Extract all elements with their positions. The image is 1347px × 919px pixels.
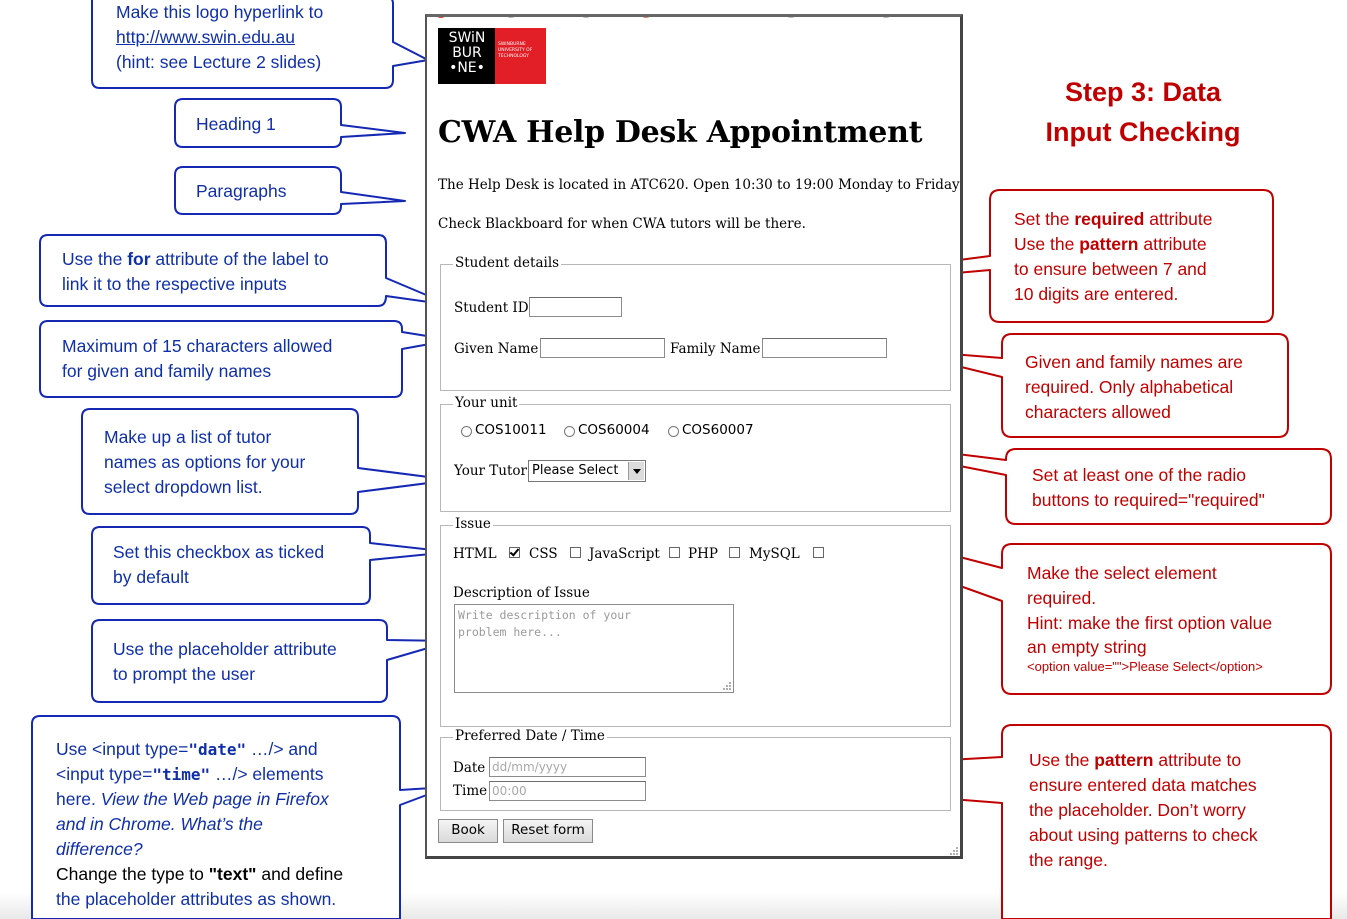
date-time-callout-text: Use <input type="date" …/> and <input ty… [56, 739, 344, 909]
logo-callout-text: Make this logo hyperlink to http://www.s… [116, 0, 323, 75]
heading1-callout-text: Heading 1 [196, 114, 276, 134]
issue-legend: Issue [453, 516, 493, 532]
swin-url-link[interactable]: http://www.swin.edu.au [116, 27, 295, 47]
preferred-legend: Preferred Date / Time [453, 728, 607, 744]
placeholder-callout-text: Use the placeholder attribute to prompt … [113, 639, 337, 684]
your-unit-fieldset: Your unit [440, 395, 951, 512]
checkbox-php[interactable] [729, 547, 740, 558]
description-textarea[interactable]: Write description of your problem here..… [454, 604, 734, 693]
checkbox-label-html: HTML [453, 546, 497, 562]
required-callout-text: Set the required attribute Use the patte… [1014, 209, 1213, 304]
description-label: Description of Issue [453, 585, 590, 601]
max-chars-callout-text: Maximum of 15 characters allowed for giv… [62, 336, 333, 381]
date-input[interactable]: dd/mm/yyyy [489, 757, 646, 777]
radio-cos60004[interactable] [564, 426, 575, 437]
swinburne-logo-link[interactable]: SWiN BUR •NE• SWINBURNE UNIVERSITY OF TE… [438, 28, 546, 84]
book-button[interactable]: Book [438, 819, 498, 843]
student-details-fieldset: Student details [440, 255, 951, 391]
family-name-label: Family Name [670, 341, 761, 357]
page-heading: CWA Help Desk Appointment [438, 115, 923, 150]
time-label: Time [453, 783, 488, 799]
tutor-label: Your Tutor [454, 463, 528, 479]
given-name-input[interactable] [540, 338, 665, 358]
checkbox-label-mysql: MySQL [749, 546, 800, 562]
step-title: Step 3: Data Input Checking [1045, 77, 1241, 147]
select-callout-text: Make the select element required. Hint: … [1027, 563, 1273, 674]
logo-callout-line: Make this logo hyperlink to [116, 2, 324, 22]
radio-label-cos60004: COS60004 [578, 422, 650, 438]
student-id-input[interactable] [529, 297, 622, 317]
paragraph-blackboard: Check Blackboard for when CWA tutors wil… [438, 216, 806, 232]
radio-cos60007[interactable] [668, 426, 679, 437]
checkbox-label-javascript: JavaScript [589, 546, 660, 562]
time-input[interactable]: 00:00 [489, 781, 646, 801]
resize-grip-icon[interactable] [722, 681, 732, 691]
reset-button[interactable]: Reset form [503, 819, 593, 843]
chevron-down-icon [628, 462, 644, 480]
student-details-legend: Student details [453, 255, 562, 271]
browser-window: SWiN BUR •NE• SWINBURNE UNIVERSITY OF TE… [425, 14, 963, 859]
checkbox-label-css: CSS [529, 546, 558, 562]
radio-label-cos60007: COS60007 [682, 422, 754, 438]
checkbox-mysql[interactable] [813, 547, 824, 558]
checkbox-label-php: PHP [688, 546, 718, 562]
tutor-callout-text: Make up a list of tutor names as options… [104, 427, 306, 497]
your-unit-legend: Your unit [453, 395, 520, 411]
names-callout-text: Given and family names are required. Onl… [1025, 352, 1243, 422]
radio-cos10011[interactable] [461, 426, 472, 437]
pattern-callout-text: Use the pattern attribute to ensure ente… [1029, 750, 1258, 870]
radio-label-cos10011: COS10011 [475, 422, 547, 438]
tutorial-slide: Make this logo hyperlink to http://www.s… [0, 0, 1347, 919]
checkbox-javascript[interactable] [669, 547, 680, 558]
checkbox-html[interactable] [509, 547, 520, 558]
tutor-select-value: Please Select [532, 463, 619, 478]
given-name-label: Given Name [454, 341, 539, 357]
for-callout-text: Use the for attribute of the label to li… [62, 249, 329, 294]
date-label: Date [453, 760, 486, 776]
toolbar-remnant [427, 17, 960, 19]
student-id-label: Student ID [454, 300, 529, 316]
window-resize-icon[interactable] [949, 846, 959, 856]
checkbox-callout-text: Set this checkbox as ticked by default [113, 542, 325, 587]
logo-wordmark: SWiN BUR •NE• [448, 30, 486, 76]
logo-university-text: SWINBURNE UNIVERSITY OF TECHNOLOGY [498, 42, 533, 59]
logo-callout-hint: (hint: see Lecture 2 slides) [116, 52, 322, 72]
tutor-select[interactable]: Please Select [528, 460, 646, 482]
family-name-input[interactable] [762, 338, 887, 358]
paragraphs-callout-text: Paragraphs [196, 181, 287, 201]
paragraph-location: The Help Desk is located in ATC620. Open… [438, 177, 960, 193]
checkbox-css[interactable] [570, 547, 581, 558]
radio-callout-text: Set at least one of the radio buttons to… [1032, 465, 1265, 510]
